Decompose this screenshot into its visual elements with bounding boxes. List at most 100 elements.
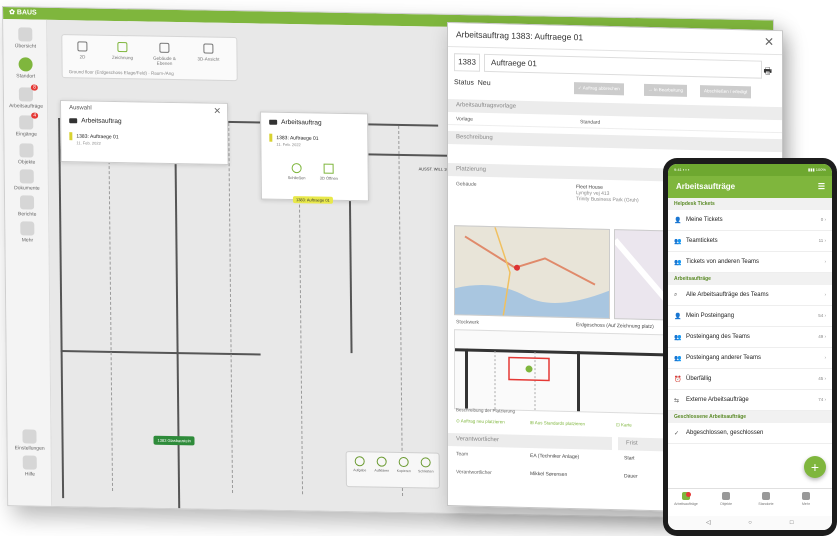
sidebar-item-objects[interactable]: Objekte [8, 143, 44, 166]
cube-icon [19, 143, 34, 158]
popup-3d-button[interactable]: 3D Öffnen [320, 163, 338, 181]
complete-button[interactable]: Abschließen / erledigt [700, 85, 752, 99]
close-icon[interactable]: ✕ [213, 106, 221, 117]
view-3d-button[interactable]: 3D-Ansicht [190, 43, 226, 62]
list-item-other-team-tickets[interactable]: 👥 Tickets von anderen Teams › [668, 252, 832, 273]
status-color-bar [269, 133, 273, 142]
users-icon: 👥 [674, 335, 682, 341]
report-icon [19, 195, 35, 210]
nav-objects[interactable]: Objekte [712, 492, 740, 506]
sidebar-item-reports[interactable]: Berichte [9, 195, 45, 218]
responsible-section: Verantwortlicher [448, 433, 612, 451]
app-logo[interactable]: ✿ BAUS [9, 8, 37, 16]
check-icon: ✓ [674, 431, 680, 437]
wall [174, 120, 181, 511]
sidebar-item-overview[interactable]: Übersicht [7, 27, 43, 50]
list-item-external-orders[interactable]: ⇆ Externe Arbeitsaufträge 74 › [668, 390, 832, 411]
sidebar-item-more[interactable]: Mehr [9, 221, 45, 244]
location-map[interactable] [454, 225, 610, 319]
cancel-order-button[interactable]: ✓ Auftrag abbrechen [574, 82, 624, 96]
close-circle-icon [291, 163, 302, 174]
in-progress-button[interactable]: → In Bearbeitung [644, 83, 688, 97]
nav-locations[interactable]: Standorte [752, 492, 780, 506]
tool-close-button[interactable]: Schließen [415, 457, 437, 474]
view-2d-button[interactable]: 2D [64, 41, 100, 60]
order-number-field: 1383 [454, 53, 480, 72]
list-item-team-inbox[interactable]: 👥 Posteingang des Teams 49 › [668, 327, 832, 348]
selection-list-item[interactable]: 1383: Auftraege 01 11. Feb. 2022 [61, 126, 227, 148]
plan-green-tag[interactable]: 1383 Glasbaustein [153, 435, 195, 446]
work-orders-badge: 8 [31, 84, 38, 91]
location-pin-icon [18, 57, 33, 72]
plan-bottom-toolbar: Aufgabe Aufklären Kopieren Schließen [345, 451, 440, 489]
sidebar-item-work-orders[interactable]: 8 Arbeitsaufträge [8, 84, 44, 110]
responsible-value[interactable]: Mikkel Sørensen [530, 471, 567, 478]
users-icon: 👥 [674, 356, 682, 362]
place-from-standards-link[interactable]: ⊞ Aus Standards platzieren [530, 420, 585, 427]
list-item-closed[interactable]: ✓ Abgeschlossen, geschlossen [668, 423, 832, 444]
user-icon: 👤 [674, 218, 682, 224]
replace-order-link[interactable]: ⊙ Auftrag neu platzieren [456, 418, 505, 425]
sidebar-item-documents[interactable]: Dokumente [9, 169, 45, 192]
list-item-my-tickets[interactable]: 👤 Meine Tickets 0 › [668, 210, 832, 231]
popup-item[interactable]: 1383: Auftraege 01 11. Feb. 2022 [261, 132, 367, 151]
phone-list: Helpdesk Tickets 👤 Meine Tickets 0 › 👥 Team… [668, 198, 832, 486]
task-icon [354, 456, 365, 467]
grid-line [228, 122, 234, 494]
tool-copy-button[interactable]: Kopieren [393, 456, 415, 473]
list-item-overdue[interactable]: ⏰ Überfällig 45 › [668, 369, 832, 390]
back-icon[interactable]: ◁ [688, 516, 728, 530]
nav-work-orders[interactable]: Arbeitsaufträge [672, 492, 700, 506]
floor-label: Stockwerk [456, 319, 480, 326]
floor-breadcrumb[interactable]: Ground floor (Erdgeschoss Etage/Feld) · … [69, 69, 174, 76]
responsible-label: Verantwortlicher [456, 469, 492, 477]
3d-icon [323, 163, 334, 174]
menu-icon[interactable]: ☰ [818, 182, 825, 191]
add-fab-button[interactable]: + [804, 456, 826, 478]
status-row: Status Neu [454, 79, 491, 88]
drawing-icon [117, 42, 128, 53]
close-icon[interactable]: ✕ [764, 35, 774, 49]
team-value[interactable]: EA (Techniker Anlage) [530, 453, 579, 460]
gear-icon [22, 429, 37, 444]
sidebar-item-help[interactable]: Hilfe [12, 455, 48, 478]
tool-task-button[interactable]: Aufgabe [349, 456, 371, 472]
location-pin-icon [762, 492, 770, 500]
list-item-my-inbox[interactable]: 👤 Mein Posteingang 54 › [668, 306, 832, 327]
list-item-team-tickets[interactable]: 👥 Teamtickets 11 › [668, 231, 832, 252]
sidebar-item-inbox[interactable]: 4 Eingänge [8, 112, 44, 138]
home-icon[interactable]: ○ [730, 516, 770, 530]
view-buildings-button[interactable]: Gebäude & Ebenen [146, 42, 182, 67]
grid-icon [18, 27, 33, 42]
plan-work-order-tag[interactable]: 1383: Auftraege 01 [292, 196, 333, 204]
selection-panel: Auswahl ✕ Arbeitsauftrag 1383: Auftraege… [59, 100, 229, 165]
nav-more[interactable]: Mehr [792, 492, 820, 506]
close-circle-icon [420, 457, 431, 468]
sidebar-item-settings[interactable]: Einstellungen [11, 429, 47, 452]
sidebar-item-location[interactable]: Standort [8, 57, 44, 80]
print-icon[interactable]: 🖶 [764, 64, 773, 80]
tool-clarify-button[interactable]: Aufklären [371, 456, 393, 473]
phone-device: 9:41 ▪ ▪ ▪ ▮▮▮ 100% Arbeitsaufträge ☰ Help… [663, 158, 837, 536]
section-header-closed: Geschlossene Arbeitsaufträge [668, 411, 832, 423]
layers-icon [77, 41, 88, 52]
sidebar: Übersicht Standort 8 Arbeitsaufträge 4 Ein… [3, 19, 53, 506]
phone-bottom-nav: Arbeitsaufträge Objekte Standorte Mehr [668, 488, 832, 516]
popup-close-button[interactable]: Schließen [288, 163, 306, 180]
wrench-icon [69, 117, 78, 124]
start-label: Start [624, 455, 635, 462]
map-graphic [455, 226, 610, 319]
order-name-field[interactable]: Auftraege 01 [484, 53, 762, 79]
cube-icon [203, 43, 214, 54]
view-drawing-button[interactable]: Zeichnung [104, 42, 140, 61]
users-icon: 👥 [674, 260, 682, 266]
section-header-work-orders: Arbeitsaufträge [668, 273, 832, 285]
wrench-icon [269, 119, 278, 125]
location-address: Fleet House Lyngby vej 413 Trinity Busin… [576, 184, 639, 204]
more-icon [20, 221, 35, 236]
list-item-all-team-orders[interactable]: ⌕ Alle Arbeitsaufträge des Teams › [668, 285, 832, 306]
recents-icon[interactable]: □ [772, 516, 812, 530]
map-link[interactable]: ⊡ Karte [616, 422, 632, 428]
list-item-other-team-inbox[interactable]: 👥 Posteingang anderer Teams › [668, 348, 832, 369]
user-icon: 👤 [674, 314, 682, 320]
